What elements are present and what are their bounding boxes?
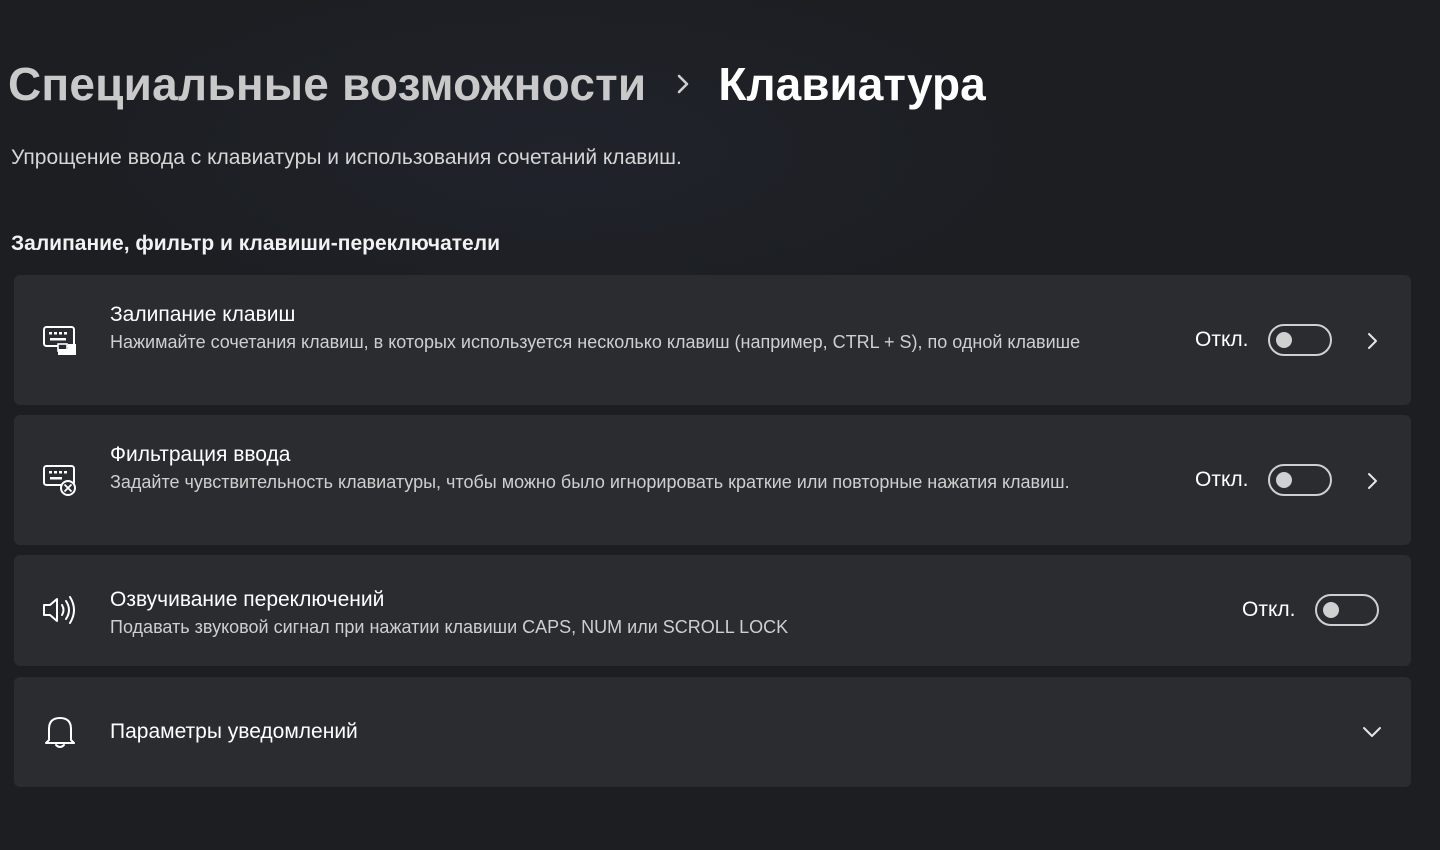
page-subtitle: Упрощение ввода с клавиатуры и использов… bbox=[11, 146, 682, 169]
breadcrumb-parent[interactable]: Специальные возможности bbox=[8, 57, 646, 111]
setting-description: Нажимайте сочетания клавиш, в которых ис… bbox=[110, 332, 1081, 352]
setting-text: Озвучивание переключений Подавать звуков… bbox=[110, 586, 1091, 641]
toggle-knob bbox=[1323, 602, 1340, 618]
setting-title: Озвучивание переключений bbox=[110, 588, 385, 611]
toggle-keys-toggle[interactable] bbox=[1315, 594, 1380, 626]
setting-text: Параметры уведомлений bbox=[110, 718, 1091, 746]
toggle-state-label: Откл. bbox=[1195, 468, 1249, 491]
setting-description: Подавать звуковой сигнал при нажатии кла… bbox=[110, 617, 789, 637]
filter-keys-icon bbox=[40, 460, 80, 500]
chevron-right-icon[interactable] bbox=[1360, 329, 1384, 353]
breadcrumb-separator-icon bbox=[676, 73, 690, 95]
setting-text: Залипание клавиш Нажимайте сочетания кла… bbox=[110, 301, 1091, 356]
toggle-state-label: Откл. bbox=[1242, 598, 1296, 621]
setting-control: Откл. bbox=[1242, 594, 1380, 626]
setting-card-notifications[interactable]: Параметры уведомлений bbox=[14, 677, 1411, 787]
sticky-keys-icon bbox=[40, 320, 80, 360]
setting-card-sticky-keys[interactable]: Залипание клавиш Нажимайте сочетания кла… bbox=[14, 275, 1411, 405]
setting-title: Залипание клавиш bbox=[110, 303, 296, 326]
toggle-knob bbox=[1276, 332, 1293, 348]
setting-control: Откл. bbox=[1195, 324, 1333, 356]
toggle-knob bbox=[1276, 472, 1293, 488]
setting-description: Задайте чувствительность клавиатуры, что… bbox=[110, 472, 1070, 492]
setting-title: Параметры уведомлений bbox=[110, 720, 358, 743]
sticky-keys-toggle[interactable] bbox=[1268, 324, 1333, 356]
breadcrumb: Специальные возможности Клавиатура bbox=[8, 52, 986, 116]
section-title: Залипание, фильтр и клавиши-переключател… bbox=[11, 232, 500, 255]
setting-text: Фильтрация ввода Задайте чувствительност… bbox=[110, 441, 1091, 496]
settings-page: Специальные возможности Клавиатура Упрощ… bbox=[0, 0, 1440, 850]
setting-control: Откл. bbox=[1195, 464, 1333, 496]
page-title: Клавиатура bbox=[718, 58, 986, 110]
setting-card-toggle-keys: Озвучивание переключений Подавать звуков… bbox=[14, 555, 1411, 666]
chevron-right-icon[interactable] bbox=[1360, 469, 1384, 493]
bell-icon bbox=[40, 712, 80, 752]
filter-keys-toggle[interactable] bbox=[1268, 464, 1333, 496]
speaker-icon bbox=[40, 590, 80, 630]
setting-title: Фильтрация ввода bbox=[110, 443, 291, 466]
toggle-state-label: Откл. bbox=[1195, 328, 1249, 351]
setting-card-filter-keys[interactable]: Фильтрация ввода Задайте чувствительност… bbox=[14, 415, 1411, 545]
chevron-down-icon[interactable] bbox=[1360, 720, 1384, 744]
